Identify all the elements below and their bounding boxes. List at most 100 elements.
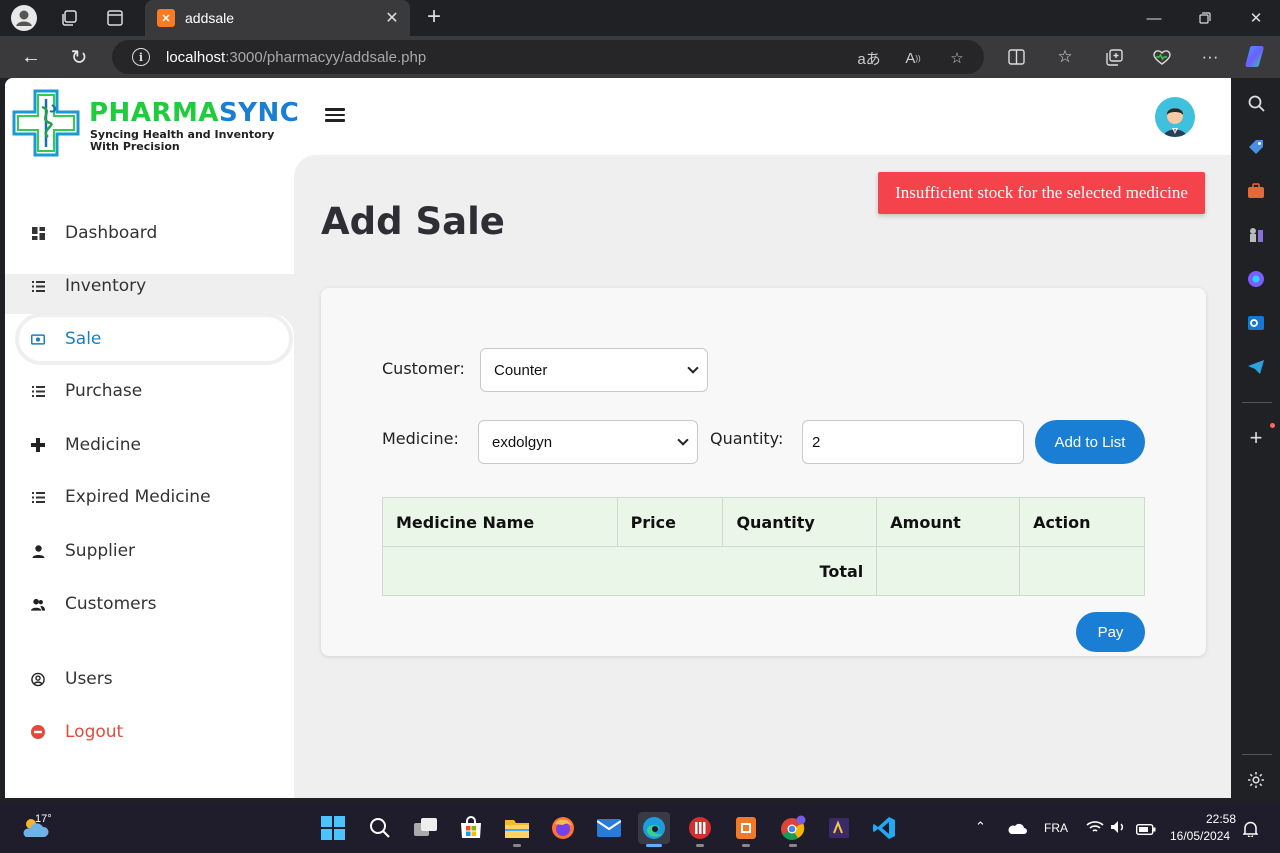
customer-select[interactable]: Counter: [480, 348, 708, 392]
sidebar-item-sale[interactable]: Sale: [19, 317, 289, 361]
microsoft-store-icon[interactable]: [455, 812, 487, 844]
weather-temperature: 17°: [35, 813, 52, 825]
taskbar-search-icon[interactable]: [364, 812, 396, 844]
clock-time[interactable]: 22:58: [1206, 812, 1236, 826]
workspaces-icon[interactable]: [55, 4, 83, 32]
app-red-icon[interactable]: [684, 812, 716, 847]
sidebar-item-label: Customers: [65, 594, 157, 614]
xampp-favicon-icon: ✕: [157, 9, 175, 27]
chrome-icon[interactable]: [777, 812, 809, 847]
people-icon: [31, 597, 45, 611]
pdf-app-icon[interactable]: [730, 812, 762, 847]
language-indicator[interactable]: FRA: [1044, 821, 1068, 835]
plus-icon: [31, 438, 45, 452]
wifi-icon[interactable]: [1086, 820, 1104, 839]
vscode-icon[interactable]: [868, 812, 900, 844]
running-indicator: [513, 844, 521, 847]
quantity-label: Quantity:: [710, 429, 784, 448]
settings-gear-icon[interactable]: [1244, 768, 1268, 792]
brand-tagline: Syncing Health and Inventory With Precisi…: [90, 128, 275, 153]
tray-expand-icon[interactable]: ⌃: [975, 819, 986, 835]
person-icon: [31, 544, 45, 558]
sidebar-item-label: Dashboard: [65, 223, 158, 243]
onedrive-cloud-icon[interactable]: [1007, 821, 1027, 839]
money-icon: [31, 332, 45, 346]
notification-dot-icon: [1270, 423, 1275, 428]
tools-briefcase-icon[interactable]: [1244, 179, 1268, 203]
games-chess-icon[interactable]: [1244, 223, 1268, 247]
sidebar-item-medicine[interactable]: Medicine: [19, 423, 289, 467]
running-indicator: [646, 844, 662, 847]
pay-button[interactable]: Pay: [1076, 612, 1145, 652]
url-text[interactable]: localhost:3000/pharmacyy/addsale.php: [166, 49, 426, 66]
sale-items-table: Medicine Name Price Quantity Amount Acti…: [381, 497, 1145, 596]
new-tab-icon[interactable]: +: [420, 3, 448, 31]
volume-icon[interactable]: [1110, 820, 1126, 839]
collections-icon[interactable]: [1101, 45, 1127, 69]
quantity-input[interactable]: 2: [802, 420, 1024, 464]
close-window-icon[interactable]: ✕: [1236, 4, 1276, 32]
sidebar-item-purchase[interactable]: Purchase: [19, 369, 289, 413]
read-aloud-icon[interactable]: A)): [900, 48, 926, 68]
pharmasync-logo[interactable]: PHARMASYNC Syncing Health and Inventory W…: [12, 89, 299, 159]
send-telegram-icon[interactable]: [1244, 355, 1268, 379]
tab-actions-icon[interactable]: [101, 4, 129, 32]
start-windows-icon[interactable]: [317, 812, 349, 844]
sale-form-card: Customer: Counter Medicine: exdolgyn Qua…: [321, 288, 1206, 656]
texstudio-icon[interactable]: [823, 812, 855, 844]
add-sidebar-icon[interactable]: +: [1244, 425, 1268, 450]
browser-essentials-icon[interactable]: [1149, 45, 1175, 69]
copilot-icon[interactable]: [1243, 42, 1271, 70]
more-options-icon[interactable]: ···: [1197, 45, 1223, 69]
total-action-cell: [1019, 546, 1145, 596]
tab-title: addsale: [185, 10, 235, 26]
mail-icon[interactable]: [593, 812, 625, 844]
back-icon[interactable]: ←: [16, 43, 46, 71]
outlook-icon[interactable]: [1244, 311, 1268, 335]
refresh-icon[interactable]: ↻: [64, 43, 94, 71]
split-screen-icon[interactable]: [1003, 45, 1029, 69]
sidebar-item-users[interactable]: Users: [19, 657, 289, 701]
hamburger-menu-icon[interactable]: [325, 105, 345, 125]
edge-browser-icon[interactable]: [638, 812, 670, 847]
column-header: Medicine Name: [382, 497, 618, 547]
sidebar-item-expired-medicine[interactable]: Expired Medicine: [19, 475, 289, 519]
dashboard-icon: [31, 226, 45, 240]
shopping-tag-icon[interactable]: [1244, 135, 1268, 159]
sidebar-item-logout[interactable]: Logout: [19, 710, 289, 754]
translate-icon[interactable]: aあ: [856, 48, 882, 68]
error-alert: Insufficient stock for the selected medi…: [878, 172, 1205, 214]
column-header: Quantity: [722, 497, 878, 547]
restore-icon[interactable]: [1185, 4, 1225, 32]
minimize-icon[interactable]: —: [1134, 4, 1174, 32]
firefox-icon[interactable]: [547, 812, 579, 844]
file-explorer-icon[interactable]: [501, 812, 533, 847]
task-view-icon[interactable]: [410, 812, 442, 844]
customer-label: Customer:: [382, 359, 465, 378]
favorites-icon[interactable]: ☆: [1052, 45, 1078, 69]
site-info-icon[interactable]: i: [132, 48, 150, 66]
sidebar-item-supplier[interactable]: Supplier: [19, 529, 289, 573]
search-icon[interactable]: [1244, 91, 1268, 115]
sidebar-item-customers[interactable]: Customers: [19, 582, 289, 626]
close-tab-icon[interactable]: ✕: [380, 8, 404, 28]
medicine-label: Medicine:: [382, 429, 459, 448]
sidebar-item-label: Inventory: [65, 276, 147, 296]
copilot-small-icon[interactable]: [1244, 267, 1268, 291]
medical-cross-logo-icon: [12, 89, 80, 157]
sidebar-item-inventory[interactable]: Inventory: [19, 264, 289, 308]
url-bar[interactable]: i localhost:3000/pharmacyy/addsale.php a…: [112, 40, 984, 74]
customer-selected-value: Counter: [494, 361, 548, 379]
profile-icon[interactable]: [10, 4, 38, 32]
user-avatar[interactable]: [1155, 97, 1195, 137]
edge-sidebar: +: [1232, 78, 1280, 803]
favorite-star-icon[interactable]: ☆: [944, 48, 970, 68]
notification-bell-icon[interactable]: [1242, 820, 1259, 842]
battery-icon[interactable]: [1135, 822, 1156, 840]
tab-addsale[interactable]: ✕ addsale ✕: [145, 0, 410, 36]
sidebar-item-dashboard[interactable]: Dashboard: [19, 211, 289, 255]
add-to-list-button[interactable]: Add to List: [1035, 420, 1145, 464]
quantity-value: 2: [812, 433, 821, 451]
clock-date[interactable]: 16/05/2024: [1170, 829, 1230, 843]
medicine-select[interactable]: exdolgyn: [478, 420, 698, 464]
